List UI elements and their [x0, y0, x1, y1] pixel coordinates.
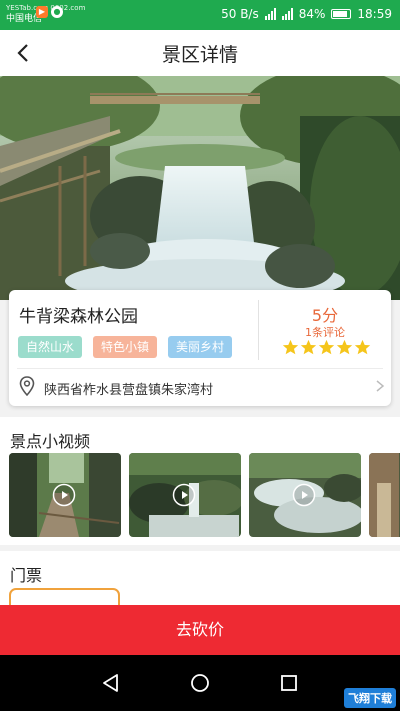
ticket-section: 门票 — [0, 551, 400, 618]
ticket-section-title: 门票 — [10, 566, 43, 585]
tag-featured-town: 特色小镇 — [93, 336, 158, 358]
play-icon — [52, 483, 76, 507]
nav-home-icon[interactable] — [188, 671, 212, 695]
video-section-title: 景点小视频 — [10, 432, 91, 451]
video-thumb-3[interactable] — [249, 453, 361, 537]
video-thumb-1[interactable] — [9, 453, 121, 537]
rating-score: 5分 — [311, 306, 339, 325]
video-thumb-2[interactable] — [129, 453, 241, 537]
star-icon — [300, 339, 317, 355]
review-count-link[interactable]: 1条评论 — [259, 324, 391, 340]
video-thumb-image — [369, 453, 400, 537]
card-divider-horizontal — [17, 368, 383, 369]
battery-level: 84% — [298, 7, 326, 21]
status-bar: YESTab.com 0002.com 中国电信 ▶ ● 50 B/s 84% … — [0, 0, 400, 30]
chevron-right-icon[interactable] — [375, 379, 385, 393]
star-icon — [336, 339, 353, 355]
network-speed: 50 B/s — [221, 7, 259, 21]
play-icon — [172, 483, 196, 507]
video-thumb-4[interactable] — [369, 453, 400, 537]
hero-image[interactable] — [0, 76, 400, 300]
nav-back-icon[interactable] — [99, 671, 123, 695]
waterfall-photo — [0, 76, 400, 300]
star-rating — [282, 339, 371, 356]
address-text[interactable]: 陕西省柞水县营盘镇朱家湾村 — [44, 379, 213, 398]
battery-icon — [331, 9, 352, 19]
location-pin-icon — [19, 376, 35, 396]
chat-notification-icon: ● — [51, 6, 63, 18]
play-icon — [292, 483, 316, 507]
star-icon — [318, 339, 335, 355]
tag-beautiful-village: 美丽乡村 — [168, 336, 233, 358]
header: 景区详情 — [0, 30, 400, 76]
bargain-button[interactable]: 去砍价 — [0, 605, 400, 655]
status-right: 50 B/s 84% 18:59 — [221, 7, 392, 21]
video-list — [9, 453, 400, 537]
app-notification-icon: ▶ — [36, 6, 48, 18]
wifi-signal-icon — [264, 8, 276, 20]
star-icon — [354, 339, 371, 355]
system-nav-bar: 飞翔下载 — [0, 655, 400, 711]
tag-natural-scenery: 自然山水 — [18, 336, 83, 358]
star-icon — [282, 339, 299, 355]
tag-list: 自然山水 特色小镇 美丽乡村 — [18, 336, 233, 358]
video-section: 景点小视频 — [0, 417, 400, 545]
spot-name: 牛背梁森林公园 — [19, 307, 138, 327]
notification-icons: ▶ ● — [36, 6, 63, 18]
watermark-logo: 飞翔下载 — [344, 688, 396, 708]
spot-info-card: 牛背梁森林公园 自然山水 特色小镇 美丽乡村 5分 1条评论 陕西省柞水县营盘镇… — [9, 290, 391, 406]
clock: 18:59 — [357, 7, 392, 21]
cell-signal-icon — [281, 8, 293, 20]
page-title: 景区详情 — [161, 44, 238, 66]
nav-recents-icon[interactable] — [277, 671, 301, 695]
